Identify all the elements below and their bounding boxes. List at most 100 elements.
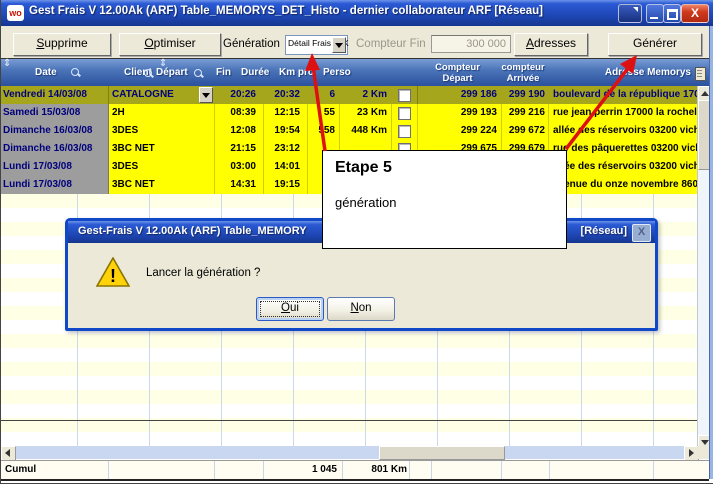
cell-compteur-arrivee: 299 216 xyxy=(501,104,549,122)
perso-checkbox[interactable] xyxy=(398,89,411,102)
perso-checkbox[interactable] xyxy=(398,107,411,120)
arrow-up-icon xyxy=(701,91,709,96)
cell-date: Dimanche 16/03/08 xyxy=(1,140,109,158)
window-menu-button[interactable] xyxy=(618,4,642,23)
non-button[interactable]: Non xyxy=(327,297,395,321)
cell-date: Dimanche 16/03/08 xyxy=(1,122,109,140)
col-header-duree[interactable]: Durée xyxy=(241,59,269,87)
col-header-adresse[interactable]: Adresse Memorys xyxy=(561,59,691,87)
totals-row: Cumul 1 045 801 Km xyxy=(1,460,709,481)
cell-fin: 19:54 xyxy=(263,122,308,140)
cell-depart: 08:39 xyxy=(214,104,264,122)
compteur-fin-input[interactable]: 300 000 xyxy=(431,35,511,53)
cell-compteur-arrivee: 299 672 xyxy=(501,122,549,140)
cell-client: 3BC NET xyxy=(109,176,215,194)
table-row[interactable]: Dimanche 16/03/08 3DES 12:08 19:54 558 4… xyxy=(1,122,697,140)
svg-text:!: ! xyxy=(110,266,116,286)
col-header-date[interactable]: Date xyxy=(35,59,57,87)
col-header-perso[interactable]: Perso xyxy=(323,59,351,87)
cell-km: 2 Km xyxy=(339,86,392,104)
cell-date: Lundi 17/03/08 xyxy=(1,176,109,194)
table-header: ⇕ Date Client ⇕ Départ Fin Durée Km pro … xyxy=(1,58,709,87)
cell-km: 448 Km xyxy=(339,122,392,140)
arrow-right-icon xyxy=(689,449,694,457)
cell-depart: 12:08 xyxy=(214,122,264,140)
cell-compteur-depart: 299 193 xyxy=(418,104,502,122)
card-icon[interactable] xyxy=(695,67,706,81)
col-header-fin[interactable]: Fin xyxy=(216,59,231,87)
oui-button[interactable]: Oui xyxy=(256,297,324,321)
close-button[interactable]: X xyxy=(681,4,709,23)
cell-date: Vendredi 14/03/08 xyxy=(1,86,109,104)
cell-adresse: rue des pâquerettes 03200 vichy xyxy=(548,140,702,158)
cell-date: Samedi 15/03/08 xyxy=(1,104,109,122)
cell-client: 3BC NET xyxy=(109,140,215,158)
perso-checkbox[interactable] xyxy=(398,125,411,138)
scroll-left-button[interactable] xyxy=(1,446,16,461)
horizontal-scrollbar[interactable] xyxy=(1,446,697,459)
cell-fin: 12:15 xyxy=(263,104,308,122)
col-header-compteur-arrivee[interactable]: compteurArrivée xyxy=(499,62,547,84)
minimize-button[interactable] xyxy=(646,4,664,23)
supprime-button[interactable]: Supprime xyxy=(13,33,111,56)
cell-duree: 55 xyxy=(307,104,340,122)
dialog-close-button[interactable]: X xyxy=(632,224,651,242)
cell-depart: 21:15 xyxy=(214,140,264,158)
cell-adresse: avenue du onze novembre 860 xyxy=(548,176,702,194)
app-icon: wo xyxy=(7,5,24,21)
cell-compteur-depart: 299 224 xyxy=(418,122,502,140)
cell-adresse: allée des réservoirs 03200 vichy xyxy=(548,158,702,176)
optimiser-button[interactable]: Optimiser xyxy=(119,33,221,56)
adresses-button[interactable]: Adresses xyxy=(514,33,588,56)
grid-end-line xyxy=(1,420,697,421)
cell-duree: 558 xyxy=(307,122,340,140)
cell-fin: 14:01 xyxy=(263,158,308,176)
generer-button[interactable]: Générer xyxy=(608,33,702,56)
dialog-title: Gest-Frais V 12.00Ak (ARF) Table_MEMORY xyxy=(78,225,307,237)
cell-fin: 23:12 xyxy=(263,140,308,158)
cell-duree: 6 xyxy=(307,86,340,104)
cell-fin: 19:15 xyxy=(263,176,308,194)
cell-client: 3DES xyxy=(109,158,215,176)
scrollbar-corner xyxy=(697,446,709,459)
callout-step-title: Etape 5 xyxy=(335,159,392,177)
cell-perso xyxy=(391,86,418,104)
arrow-left-icon xyxy=(5,449,10,457)
cell-depart: 20:26 xyxy=(214,86,264,104)
table-row[interactable]: Samedi 15/03/08 2H 08:39 12:15 55 23 Km … xyxy=(1,104,697,122)
horizontal-scroll-thumb[interactable] xyxy=(379,446,505,460)
dialog-message: Lancer la génération ? xyxy=(146,267,260,279)
warning-icon: ! xyxy=(96,257,130,293)
cell-client: 2H xyxy=(109,104,215,122)
km-total: 801 Km xyxy=(349,461,407,479)
minimize-icon xyxy=(650,17,658,19)
search-icon[interactable] xyxy=(71,68,81,78)
col-header-depart[interactable]: Départ xyxy=(156,59,188,87)
sort-icon[interactable]: ⇕ xyxy=(3,58,11,69)
chevron-down-icon[interactable] xyxy=(199,87,213,103)
maximize-icon xyxy=(667,9,678,20)
col-header-compteur-depart[interactable]: CompteurDépart xyxy=(418,62,497,84)
generation-combobox[interactable]: Détail Frais + IK xyxy=(285,35,348,55)
cell-compteur-depart: 299 186 xyxy=(418,86,502,104)
menu-glyph-icon xyxy=(633,7,638,12)
app-window: wo Gest Frais V 12.00Ak (ARF) Table_MEMO… xyxy=(0,0,713,484)
callout-step-text: génération xyxy=(335,195,396,210)
chevron-down-icon[interactable] xyxy=(332,37,346,53)
cell-client: 3DES xyxy=(109,122,215,140)
cell-depart: 14:31 xyxy=(214,176,264,194)
search-icon[interactable] xyxy=(194,69,204,79)
arrow-down-icon xyxy=(701,440,709,445)
table-row-selected[interactable]: Vendredi 14/03/08 CATALOGNE 20:26 20:32 … xyxy=(1,86,697,104)
cell-adresse: rue jean perrin 17000 la rochelle xyxy=(548,104,702,122)
generation-label: Génération xyxy=(223,38,280,50)
cell-perso xyxy=(391,104,418,122)
cell-km: 23 Km xyxy=(339,104,392,122)
maximize-button[interactable] xyxy=(663,4,681,23)
cell-adresse: boulevard de la république 170 xyxy=(548,86,702,104)
cell-client[interactable]: CATALOGNE xyxy=(109,86,215,104)
col-header-km-pro[interactable]: Km pro xyxy=(279,59,314,87)
window-title: Gest Frais V 12.00Ak (ARF) Table_MEMORYS… xyxy=(29,5,543,17)
cumul-label: Cumul xyxy=(5,461,36,479)
search-icon[interactable] xyxy=(144,69,154,79)
